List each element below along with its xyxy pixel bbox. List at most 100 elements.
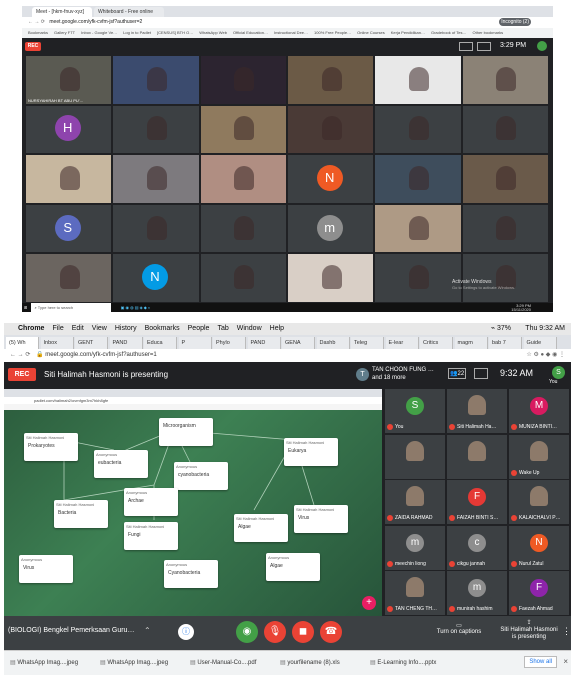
hang-up-button[interactable]: ☎ bbox=[320, 621, 342, 643]
participant-tile[interactable]: F Faezah Ahmad bbox=[509, 571, 569, 615]
browser-tab[interactable]: magm bbox=[454, 337, 488, 349]
browser-tab[interactable]: Critics bbox=[420, 337, 453, 349]
bookmark-item[interactable]: Official Education… bbox=[233, 30, 268, 35]
participant-tile[interactable]: S bbox=[26, 204, 112, 253]
avatar[interactable]: S bbox=[552, 366, 565, 379]
mac-menu-item[interactable]: View bbox=[92, 325, 107, 332]
bookmark-item[interactable]: Kerja Pendidikan… bbox=[391, 30, 425, 35]
padlet-post[interactable]: Siti Halimah Hasmoni Prokaryotes bbox=[24, 433, 78, 461]
padlet-post[interactable]: Anonymous Archae bbox=[124, 488, 178, 516]
participant-tile[interactable] bbox=[200, 56, 286, 104]
participant-tile[interactable] bbox=[113, 105, 199, 154]
back-icon[interactable]: ← bbox=[28, 19, 33, 25]
download-item[interactable]: ▤ yourfilename (8).xls bbox=[280, 657, 340, 669]
mac-menu-item[interactable]: History bbox=[115, 325, 137, 332]
participant-tile[interactable]: Siti Halimah Ha… bbox=[447, 389, 507, 433]
reload-icon[interactable]: ⟳ bbox=[41, 19, 45, 25]
participant-tile[interactable]: M MUNIZA BINTI… bbox=[509, 389, 569, 433]
extension-icons[interactable]: ☆ ⚙ ● ◆ ◉ ⋮ bbox=[526, 349, 565, 362]
participant-tile[interactable] bbox=[200, 254, 286, 302]
participant-tile[interactable]: ZAIDA RAHMAD bbox=[385, 480, 445, 524]
taskbar-app-icons[interactable]: ▣ ◉ ◍ ▤ ◈ ◆ ◐ bbox=[121, 305, 151, 310]
bookmark-item[interactable]: Gallery FTT bbox=[54, 30, 75, 35]
participant-tile[interactable] bbox=[385, 434, 445, 479]
padlet-post[interactable]: Microorganism bbox=[159, 418, 213, 446]
mac-menu-item[interactable]: Window bbox=[237, 325, 262, 332]
browser-tab[interactable]: Educa bbox=[144, 337, 177, 349]
padlet-post[interactable]: Siti Halimah Hasmoni Eukarya bbox=[284, 438, 338, 466]
avatar[interactable] bbox=[537, 41, 547, 51]
mac-menu-item[interactable]: Edit bbox=[72, 325, 84, 332]
participant-tile[interactable] bbox=[375, 56, 461, 104]
taskbar-search[interactable]: ⌕ Type here to search bbox=[31, 303, 112, 312]
participant-tile[interactable]: TAN CHENG TH… bbox=[385, 571, 445, 615]
padlet-post[interactable]: Siti Halimah Hasmoni Virus bbox=[294, 505, 348, 533]
participant-tile[interactable]: NURSYAHIRAH BT ABU PU'… bbox=[26, 56, 112, 104]
bookmark-item[interactable]: Log in to Padlet bbox=[123, 30, 151, 35]
padlet-post[interactable]: Siti Halimah Hasmoni Bacteria bbox=[54, 500, 108, 528]
more-options-icon[interactable]: ⋮ bbox=[562, 626, 571, 637]
participant-tile[interactable]: Wake Up bbox=[509, 434, 569, 479]
participant-tile[interactable] bbox=[375, 105, 461, 154]
participant-tile[interactable]: N bbox=[288, 155, 374, 203]
chat-icon[interactable] bbox=[474, 368, 488, 379]
padlet-post[interactable]: Anonymous Algae bbox=[266, 553, 320, 581]
bookmark-item[interactable]: [CENSUS] BTH O… bbox=[157, 30, 193, 35]
camera-off-button[interactable]: ◼ bbox=[292, 621, 314, 643]
reload-icon[interactable]: ⟳ bbox=[25, 352, 30, 358]
participant-tile[interactable] bbox=[200, 204, 286, 253]
padlet-post[interactable]: Anonymous eubacteria bbox=[94, 450, 148, 478]
address-bar[interactable]: ← → ⟳ meet.google.com/yfk-cvfm-jsf?authu… bbox=[22, 17, 553, 28]
tab-whiteboard[interactable]: Whiteboard - Free online wh… bbox=[94, 7, 164, 25]
participant-tile[interactable] bbox=[26, 155, 112, 203]
padlet-post[interactable]: Siti Halimah Hasmoni Fungi bbox=[124, 522, 178, 550]
windows-start-icon[interactable]: ⊞ bbox=[24, 305, 27, 310]
participant-tile[interactable]: N Nurul Zatul bbox=[509, 525, 569, 570]
mac-menu-item[interactable]: Chrome bbox=[18, 325, 44, 332]
browser-tab[interactable]: GENA bbox=[282, 337, 315, 349]
mac-menu-item[interactable]: Bookmarks bbox=[145, 325, 180, 332]
browser-tab[interactable]: Phylo bbox=[213, 337, 246, 349]
meeting-title[interactable]: (BIOLOGI) Bengkel Pemerksaan Guru… bbox=[8, 627, 134, 634]
padlet-post[interactable]: Anonymous Cyanobacteria bbox=[164, 560, 218, 588]
browser-tab[interactable]: P bbox=[178, 337, 212, 349]
participant-tile[interactable] bbox=[113, 56, 199, 104]
participant-tile[interactable]: m munirah hashim bbox=[447, 571, 507, 615]
padlet-post[interactable]: Anonymous cyanobacteria bbox=[174, 462, 228, 490]
browser-tab[interactable]: Teleg bbox=[351, 337, 384, 349]
download-item[interactable]: ▤ WhatsApp Imag....jpeg bbox=[10, 657, 78, 669]
browser-tab[interactable]: Inbox bbox=[40, 337, 74, 349]
captions-button[interactable]: ▭ Turn on captions bbox=[434, 622, 484, 635]
forward-icon[interactable]: → bbox=[34, 19, 39, 25]
participant-tile[interactable]: S You bbox=[385, 389, 445, 433]
participant-tile[interactable] bbox=[462, 105, 548, 154]
browser-tab[interactable]: E-lear bbox=[385, 337, 419, 349]
participant-tile[interactable] bbox=[113, 155, 199, 203]
bookmark-item[interactable]: Online Courses bbox=[357, 30, 385, 35]
participant-tile[interactable] bbox=[200, 105, 286, 154]
incognito-badge[interactable]: Incognito (2) bbox=[499, 18, 531, 26]
browser-tab[interactable]: bab 7 bbox=[489, 337, 522, 349]
bookmark-item[interactable]: Gradebook of Tes… bbox=[431, 30, 467, 35]
participant-tile[interactable]: H bbox=[26, 105, 112, 154]
padlet-post[interactable]: Siti Halimah Hasmoni Algae bbox=[234, 514, 288, 542]
bookmark-item[interactable]: Other bookmarks bbox=[473, 30, 504, 35]
participant-tile[interactable]: KALAICHALVI P… bbox=[509, 480, 569, 524]
bookmark-item[interactable]: 100% Free People… bbox=[314, 30, 351, 35]
participant-tile[interactable]: N bbox=[113, 254, 199, 302]
url-text[interactable]: meet.google.com/yfk-cvfm-jsf?authuser=1 bbox=[45, 352, 157, 358]
tab-meet[interactable]: Meet - [hkm-fnuv-xyz] bbox=[32, 7, 92, 17]
participant-tile[interactable] bbox=[462, 204, 548, 253]
browser-tab[interactable]: PAND bbox=[247, 337, 281, 349]
mic-off-button[interactable]: 🎙 bbox=[264, 621, 286, 643]
forward-icon[interactable]: → bbox=[18, 352, 24, 358]
participant-tile[interactable] bbox=[26, 254, 112, 302]
add-post-icon[interactable]: + bbox=[362, 596, 376, 610]
bookmark-item[interactable]: Instructional Dee… bbox=[274, 30, 308, 35]
address-bar[interactable]: ← → ⟳ 🔒 meet.google.com/yfk-cvfm-jsf?aut… bbox=[4, 349, 571, 362]
captions-icon[interactable] bbox=[459, 42, 473, 51]
participant-tile[interactable] bbox=[200, 155, 286, 203]
participant-tile[interactable]: m meechin liong bbox=[385, 525, 445, 570]
mac-menu-item[interactable]: File bbox=[52, 325, 63, 332]
audio-button[interactable]: ◉ bbox=[236, 621, 258, 643]
